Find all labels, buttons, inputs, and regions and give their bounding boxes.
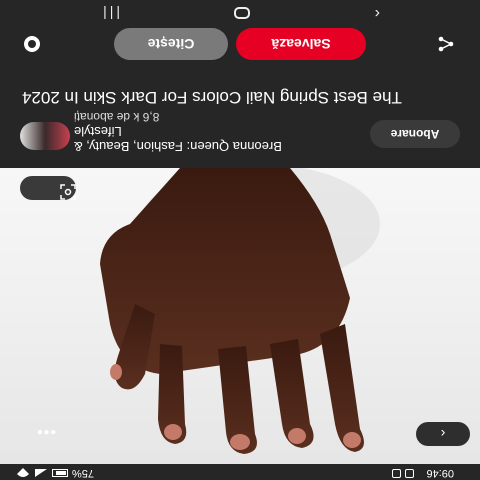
signal-icon — [35, 469, 47, 477]
notification-icon — [392, 469, 401, 478]
more-options-button[interactable]: ••• — [36, 422, 56, 440]
save-button[interactable]: Salvează — [236, 28, 366, 60]
chevron-left-icon: ‹ — [440, 426, 446, 442]
action-bar: Salvează Citește — [0, 24, 480, 64]
creator-name[interactable]: Breonna Queen: Fashion, Beauty, & Lifest… — [74, 124, 302, 154]
hand-photo — [100, 168, 380, 454]
share-icon[interactable] — [438, 36, 454, 52]
visual-search-button[interactable] — [20, 176, 76, 200]
pin-title: The Best Spring Nail Colors For Dark Ski… — [22, 88, 402, 107]
lens-icon — [60, 184, 76, 200]
status-time: 09:46 — [426, 467, 454, 479]
pin-image[interactable]: ‹ ••• — [0, 168, 480, 464]
wifi-icon — [17, 468, 29, 477]
subscribe-button[interactable]: Abonare — [370, 120, 460, 148]
more-dots-icon: ••• — [36, 423, 56, 440]
notification-icon — [405, 469, 414, 478]
read-button[interactable]: Citește — [114, 28, 228, 60]
follower-count: 8,6 k de abonați — [74, 110, 160, 124]
comment-icon[interactable] — [24, 36, 40, 52]
navigation-bar: ‹ ||| — [0, 0, 480, 24]
battery-icon — [52, 469, 68, 477]
notification-icons — [392, 469, 414, 478]
nav-recent-icon[interactable]: ||| — [100, 6, 120, 22]
nav-back-icon[interactable]: ‹ — [375, 4, 380, 22]
status-right: 75% — [16, 467, 94, 479]
screen: 09:46 75% ‹ ••• Abonare Breonna Queen: F… — [0, 0, 480, 480]
status-bar: 09:46 75% — [0, 464, 480, 480]
battery-percent: 75% — [72, 467, 95, 479]
back-button[interactable]: ‹ — [416, 422, 470, 446]
nav-home-icon[interactable] — [234, 7, 250, 19]
avatar[interactable] — [20, 122, 70, 150]
creator-row: Abonare Breonna Queen: Fashion, Beauty, … — [0, 108, 480, 168]
